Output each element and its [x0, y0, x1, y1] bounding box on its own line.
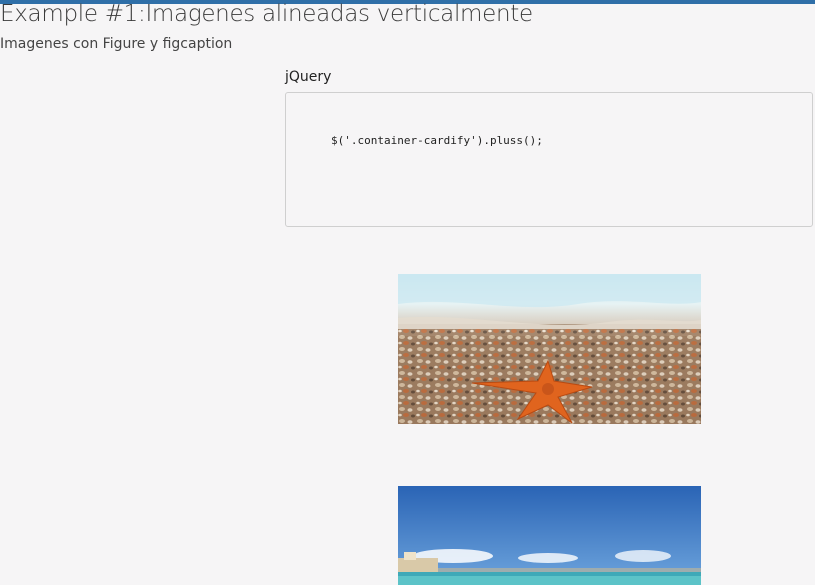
starfish-on-pebble-beach-image — [398, 274, 701, 424]
page-subtitle: Imagenes con Figure y figcaption — [0, 36, 233, 52]
sunny-beach-with-sea-image — [398, 486, 701, 585]
beach-picture — [398, 486, 701, 585]
code-snippet[interactable]: $('.container-cardify').pluss(); — [331, 134, 543, 148]
code-block[interactable]: $('.container-cardify').pluss(); — [285, 92, 813, 227]
page-title: Example #1:Imagenes alineadas verticalme… — [0, 1, 533, 27]
code-language-label: jQuery — [285, 69, 332, 85]
starfish-picture — [398, 274, 701, 424]
